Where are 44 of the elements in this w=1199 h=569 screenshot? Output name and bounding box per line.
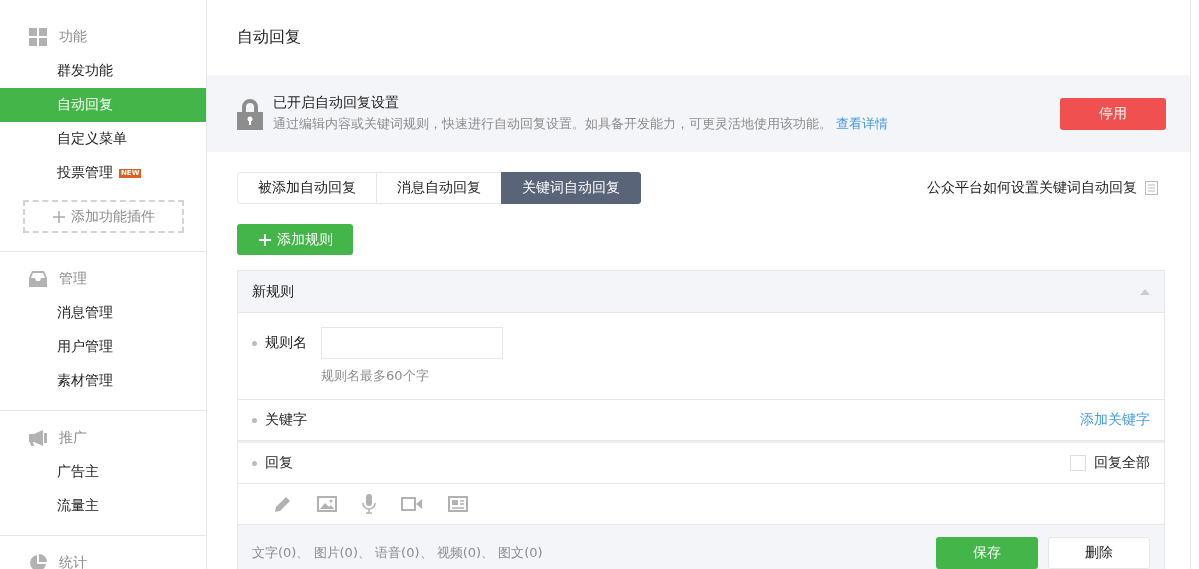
- rule-title: 新规则: [252, 282, 294, 301]
- checkbox[interactable]: [1070, 455, 1086, 471]
- tab[interactable]: 被添加自动回复: [237, 172, 377, 204]
- plus-icon: [52, 210, 65, 223]
- rule-name-input[interactable]: [321, 327, 503, 359]
- collapse-icon[interactable]: [1140, 288, 1150, 295]
- pencil-icon[interactable]: [274, 495, 292, 513]
- reply-counts: 文字(0)、 图片(0)、 语音(0)、 视频(0)、 图文(0): [252, 544, 543, 562]
- page-title: 自动回复: [237, 27, 301, 48]
- notice-description: 通过编辑内容或关键词规则，快速进行自动回复设置。如具备开发能力，可更灵活地使用该功能。: [273, 116, 832, 131]
- field-label: 回复: [252, 454, 293, 472]
- nav-item[interactable]: 用户管理: [0, 330, 206, 364]
- news-article-icon[interactable]: [448, 496, 468, 512]
- section-title: 推广: [59, 429, 87, 447]
- inbox-icon: [29, 271, 47, 287]
- disable-button[interactable]: 停用: [1060, 97, 1166, 130]
- microphone-icon[interactable]: [362, 494, 376, 514]
- tab[interactable]: 关键词自动回复: [501, 172, 641, 204]
- checkbox-label: 回复全部: [1094, 454, 1150, 472]
- lock-icon: [237, 97, 263, 130]
- tab[interactable]: 消息自动回复: [376, 172, 502, 204]
- field-hint: 规则名最多60个字: [321, 367, 430, 385]
- delete-button[interactable]: 删除: [1048, 537, 1150, 569]
- nav-item[interactable]: 自定义菜单: [0, 122, 206, 156]
- document-icon: [1145, 181, 1158, 195]
- field-label: 规则名: [252, 327, 307, 359]
- field-label: 关键字: [252, 411, 307, 429]
- nav-item[interactable]: 素材管理: [0, 364, 206, 398]
- grid-icon: [29, 28, 47, 46]
- plus-icon: [259, 233, 271, 246]
- image-icon[interactable]: [317, 496, 337, 512]
- pie-chart-icon: [29, 554, 47, 569]
- add-plugin-button[interactable]: 添加功能插件: [23, 200, 184, 233]
- section-title: 管理: [59, 270, 87, 288]
- notice-title: 已开启自动回复设置: [273, 94, 400, 112]
- nav-item[interactable]: 广告主: [0, 455, 206, 489]
- nav-item[interactable]: 群发功能: [0, 54, 206, 88]
- help-link[interactable]: 公众平台如何设置关键词自动回复: [927, 179, 1137, 197]
- nav-item[interactable]: 消息管理: [0, 296, 206, 330]
- section-title: 功能: [59, 28, 87, 46]
- video-camera-icon[interactable]: [401, 496, 423, 512]
- nav-item[interactable]: 流量主: [0, 489, 206, 523]
- section-title: 统计: [59, 554, 87, 569]
- megaphone-icon: [29, 430, 47, 446]
